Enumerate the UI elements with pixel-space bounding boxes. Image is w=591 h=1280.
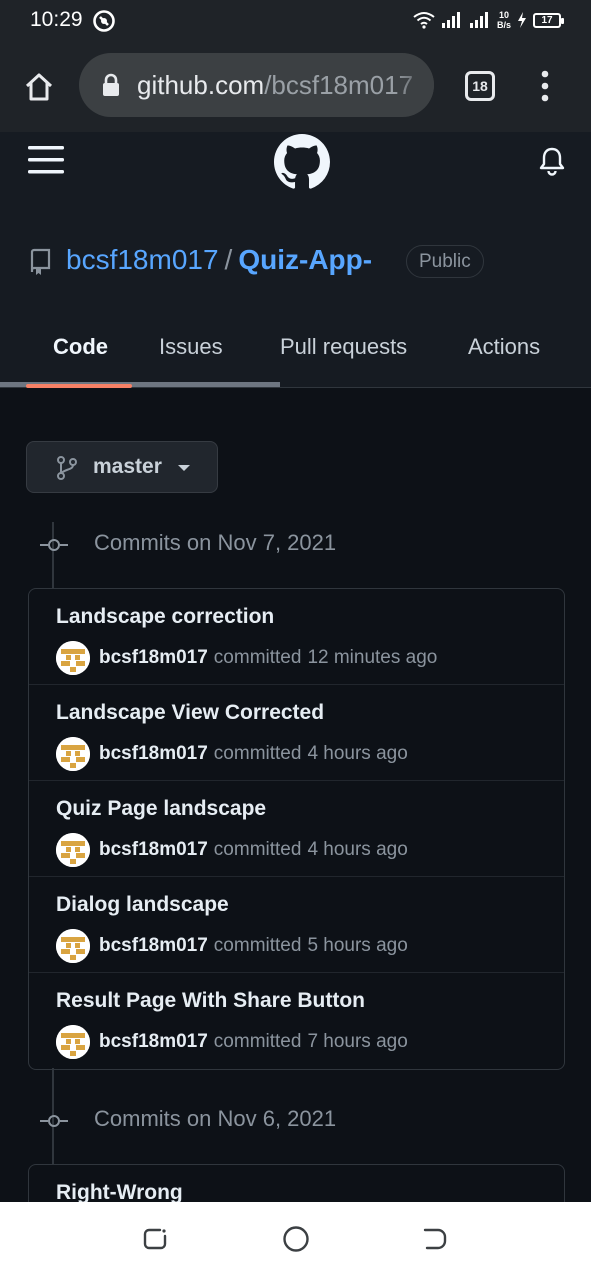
home-icon (25, 73, 53, 101)
repo-tabs: Code Issues Pull requests Actions (0, 330, 591, 388)
commit-title[interactable]: Landscape View Corrected (56, 701, 324, 725)
commit-author[interactable]: bcsf18m017 (99, 647, 208, 669)
avatar[interactable] (56, 1025, 90, 1059)
repo-title: bcsf18m017/Quiz-App- (66, 244, 372, 276)
commit-meta: bcsf18m017 committed 4 hours ago (56, 737, 408, 771)
commit-time: 4 hours ago (307, 839, 408, 860)
commit-verb: committed (213, 935, 302, 956)
tab-actions[interactable]: Actions (468, 334, 540, 360)
commit-meta: bcsf18m017 committed 7 hours ago (56, 1025, 408, 1059)
github-logo-icon[interactable] (274, 134, 330, 190)
repo-owner-link[interactable]: bcsf18m017 (66, 244, 219, 275)
commit-verb: committed (213, 743, 302, 764)
status-icons: 10 B/s 17 (413, 8, 564, 32)
wifi-icon (413, 12, 435, 29)
url-host: github.com (137, 70, 265, 100)
commit-author[interactable]: bcsf18m017 (99, 839, 208, 861)
network-speed-value: 10 (498, 10, 509, 20)
address-bar[interactable]: github.com/bcsf18m017 (79, 53, 434, 117)
url-fade (394, 53, 434, 117)
branch-name: master (93, 455, 162, 478)
more-vert-icon[interactable] (535, 68, 555, 104)
commit-verb: committed (213, 647, 302, 668)
bell-icon[interactable] (538, 146, 566, 176)
commit-date: Commits on Nov 6, 2021 (94, 1106, 337, 1131)
back-icon[interactable] (419, 1224, 449, 1254)
browser-toolbar: github.com/bcsf18m017 18 (0, 40, 591, 132)
commit-row[interactable]: Quiz Page landscape bcsf18m017 committed… (29, 781, 564, 877)
commit-list: Landscape correction bcsf18m017 committe… (28, 588, 565, 1070)
recents-icon[interactable] (140, 1224, 170, 1254)
commit-verb: committed (213, 1031, 302, 1052)
tab-code[interactable]: Code (53, 334, 108, 360)
signal-icon (469, 12, 488, 28)
branch-icon (57, 456, 77, 480)
avatar[interactable] (56, 641, 90, 675)
commit-dot-icon (40, 539, 68, 551)
status-time: 10:29 (30, 8, 83, 31)
commit-title[interactable]: Result Page With Share Button (56, 989, 365, 1013)
active-tab-underline (26, 384, 132, 388)
status-bar: 10:29 10 B/s 17 (0, 0, 591, 40)
branch-selector-button[interactable]: master (26, 441, 218, 493)
commit-meta: bcsf18m017 committed 12 minutes ago (56, 641, 437, 675)
tab-switcher-button[interactable]: 18 (465, 71, 495, 101)
commit-row[interactable]: Result Page With Share Button bcsf18m017… (29, 973, 564, 1069)
commit-time: 5 hours ago (307, 935, 408, 956)
commit-time: 12 minutes ago (307, 647, 438, 668)
commit-meta: bcsf18m017 committed 5 hours ago (56, 929, 408, 963)
commit-author[interactable]: bcsf18m017 (99, 743, 208, 765)
repo-icon (30, 248, 51, 275)
chevron-down-icon (178, 465, 190, 471)
commit-title[interactable]: Landscape correction (56, 605, 274, 629)
repo-name-link[interactable]: Quiz-App- (238, 244, 372, 275)
commit-date: Commits on Nov 7, 2021 (94, 530, 337, 555)
commit-title[interactable]: Dialog landscape (56, 893, 229, 917)
tab-pull-requests[interactable]: Pull requests (280, 334, 407, 360)
repo-separator: / (224, 244, 233, 275)
avatar[interactable] (56, 929, 90, 963)
dnd-icon (93, 10, 115, 32)
charging-icon (518, 12, 526, 28)
commit-verb: committed (213, 839, 302, 860)
avatar[interactable] (56, 737, 90, 771)
commit-row[interactable]: Dialog landscape bcsf18m017 committed 5 … (29, 877, 564, 973)
commit-time: 4 hours ago (307, 743, 408, 764)
network-speed-unit: B/s (496, 20, 511, 30)
commit-row[interactable]: Landscape correction bcsf18m017 committe… (29, 589, 564, 685)
commit-author[interactable]: bcsf18m017 (99, 1031, 208, 1053)
commit-row[interactable]: Landscape View Corrected bcsf18m017 comm… (29, 685, 564, 781)
url-text: github.com/bcsf18m017 (137, 70, 413, 101)
network-speed: 10 B/s (497, 10, 511, 30)
system-navigation-bar (0, 1202, 591, 1280)
github-header (0, 132, 591, 212)
commit-dot-icon (40, 1115, 68, 1127)
commit-title[interactable]: Quiz Page landscape (56, 797, 266, 821)
url-path: /bcsf18m017 (264, 70, 414, 100)
signal-icon (441, 12, 460, 28)
lock-icon (103, 73, 119, 96)
repo-header: bcsf18m017/Quiz-App- Public Code Issues … (0, 212, 591, 388)
hamburger-icon[interactable] (28, 144, 64, 176)
avatar[interactable] (56, 833, 90, 867)
commit-time: 7 hours ago (307, 1031, 408, 1052)
commit-meta: bcsf18m017 committed 4 hours ago (56, 833, 408, 867)
visibility-badge: Public (406, 245, 484, 278)
tab-issues[interactable]: Issues (159, 334, 223, 360)
battery-indicator: 17 (533, 12, 564, 28)
home-button[interactable] (18, 66, 60, 108)
commit-author[interactable]: bcsf18m017 (99, 935, 208, 957)
home-circle-icon[interactable] (281, 1224, 311, 1254)
timeline-line (52, 522, 54, 588)
